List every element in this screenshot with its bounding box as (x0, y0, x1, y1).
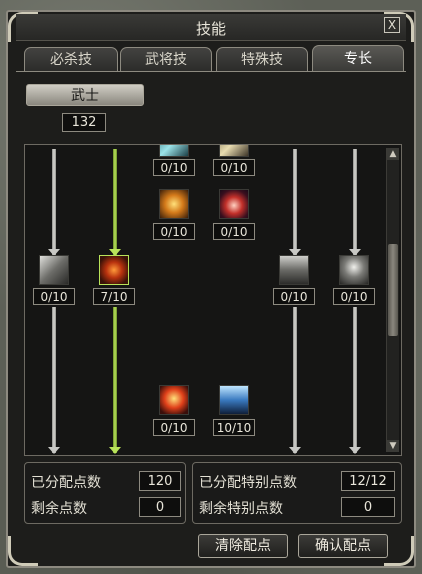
special-remaining-label: 剩余特别点数 (199, 501, 283, 517)
special-remaining-value: 0 (341, 497, 395, 517)
window-title: 技能 (195, 20, 226, 38)
tree-connector-active (113, 149, 117, 261)
blue-aura-icon[interactable] (219, 385, 249, 415)
close-button[interactable]: X (384, 17, 400, 33)
storm-skill-icon[interactable] (339, 255, 369, 285)
tab-special-skill[interactable]: 特殊技 (216, 47, 308, 71)
skill-level: 7/10 (93, 288, 135, 305)
tree-connector (293, 149, 297, 261)
special-points-panel: 已分配特别点数 12/12 剩余特别点数 0 (192, 462, 402, 524)
remaining-points-value: 0 (139, 497, 181, 517)
ornament-corner-icon (8, 536, 38, 566)
skill-level: 0/10 (333, 288, 375, 305)
skill-level: 10/10 (213, 419, 255, 436)
assigned-points-value: 120 (139, 471, 181, 491)
clear-points-button[interactable]: 清除配点 (198, 534, 288, 558)
spear-strike-icon[interactable] (159, 189, 189, 219)
connector-arrow-icon (48, 447, 60, 454)
skill-level: 0/10 (153, 159, 195, 176)
scroll-thumb[interactable] (388, 244, 398, 336)
special-assigned-value: 12/12 (341, 471, 395, 491)
tab-ultimate[interactable]: 必杀技 (24, 47, 118, 71)
scroll-up-icon[interactable]: ▲ (387, 148, 399, 160)
tree-scrollbar[interactable]: ▲ ▼ (386, 148, 399, 452)
points-panel: 已分配点数 120 剩余点数 0 (24, 462, 186, 524)
skill-level: 0/10 (33, 288, 75, 305)
skill-level: 0/10 (153, 419, 195, 436)
tree-connector (52, 307, 56, 453)
connector-arrow-icon (349, 447, 361, 454)
skill-level: 0/10 (213, 223, 255, 240)
sword-skill-icon[interactable] (219, 145, 249, 157)
skill-tree-panel[interactable]: 0/10 0/10 0/10 0/10 0/10 7/10 0/10 0/10 … (24, 144, 402, 456)
skill-level: 0/10 (273, 288, 315, 305)
tab-general-skill[interactable]: 武将技 (120, 47, 212, 71)
special-assigned-label: 已分配特别点数 (199, 475, 297, 491)
skill-level: 0/10 (213, 159, 255, 176)
available-points: 132 (62, 113, 106, 132)
flame-body-icon[interactable] (159, 385, 189, 415)
fire-ring-icon[interactable] (219, 189, 249, 219)
wind-slash-icon[interactable] (279, 255, 309, 285)
class-button[interactable]: 武士 (26, 84, 144, 106)
assigned-points-label: 已分配点数 (31, 475, 101, 491)
tree-connector (293, 307, 297, 453)
confirm-points-button[interactable]: 确认配点 (298, 534, 388, 558)
flame-skull-icon[interactable] (99, 255, 129, 285)
tab-divider (16, 71, 406, 72)
connector-arrow-icon (289, 447, 301, 454)
tab-specialty[interactable]: 专长 (312, 45, 404, 71)
connector-arrow-icon (109, 447, 121, 454)
claw-skill-icon[interactable] (39, 255, 69, 285)
tree-connector (353, 149, 357, 261)
remaining-points-label: 剩余点数 (31, 501, 87, 517)
ice-skill-icon[interactable] (159, 145, 189, 157)
window-titlebar[interactable]: 技能 X (16, 14, 406, 41)
tree-connector-active (113, 307, 117, 453)
scroll-down-icon[interactable]: ▼ (387, 440, 399, 452)
skill-level: 0/10 (153, 223, 195, 240)
tree-connector (353, 307, 357, 453)
ornament-corner-icon (384, 536, 414, 566)
tree-connector (52, 149, 56, 261)
